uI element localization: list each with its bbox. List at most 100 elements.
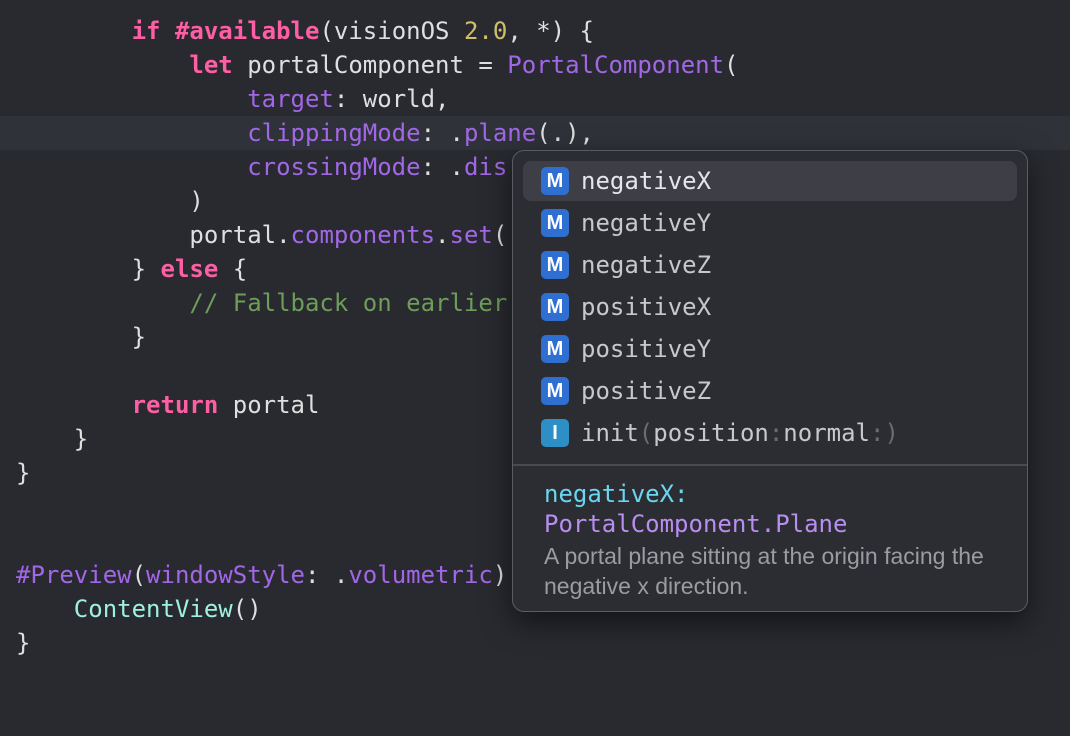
code-token: } [131, 323, 147, 351]
completion-label: negativeZ [581, 251, 712, 279]
code-token: , *) { [507, 17, 595, 45]
completion-item-negativeY[interactable]: M negativeY [523, 203, 1017, 243]
completion-label: positiveZ [581, 377, 712, 405]
code-token: PortalComponent [507, 51, 725, 79]
code-token: components [290, 221, 436, 249]
code-token: dis [463, 153, 508, 181]
completion-item-positiveZ[interactable]: M positiveZ [523, 371, 1017, 411]
init-param-colon: : [768, 419, 784, 447]
code-token: : world, [333, 85, 450, 113]
completion-label: negativeY [581, 209, 712, 237]
code-line: } else { [16, 252, 248, 286]
code-line: return portal [16, 388, 320, 422]
code-token: portal [218, 391, 320, 419]
method-kind-icon: M [541, 377, 569, 405]
code-line: } [16, 422, 88, 456]
code-line: } [16, 626, 30, 660]
code-line: ) [16, 184, 204, 218]
doc-type: PortalComponent.Plane [544, 510, 848, 538]
method-kind-icon: M [541, 167, 569, 195]
code-token: crossingMode [247, 153, 421, 181]
initializer-kind-icon: I [541, 419, 569, 447]
completion-label: init(position:normal:) [581, 413, 899, 453]
code-token: } [16, 459, 31, 487]
completion-label: negativeX [581, 167, 712, 195]
code-token: else [160, 255, 219, 283]
code-token: // Fallback on earlier [189, 289, 508, 317]
code-line: ContentView() [16, 592, 262, 626]
code-token: windowStyle [146, 561, 305, 589]
completion-item-positiveX[interactable]: M positiveX [523, 287, 1017, 327]
code-token: ) [189, 187, 204, 215]
code-token: return [131, 391, 219, 419]
code-token: ContentView [73, 595, 233, 623]
code-token: ( [724, 51, 739, 79]
code-token: ) [492, 561, 508, 589]
code-line: target: world, [16, 82, 449, 116]
code-token: : . [305, 561, 349, 589]
init-name: init [581, 419, 639, 447]
code-token: if [131, 17, 161, 45]
code-token: plane [463, 119, 537, 147]
code-line: } [16, 456, 30, 490]
method-kind-icon: M [541, 251, 569, 279]
code-token: { [218, 255, 248, 283]
init-param-position: position [653, 419, 769, 447]
code-token: } [73, 425, 89, 453]
doc-description: A portal plane sitting at the origin fac… [544, 543, 984, 599]
completion-item-positiveY[interactable]: M positiveY [523, 329, 1017, 369]
code-token: let [189, 51, 233, 79]
completion-item-negativeX[interactable]: M negativeX [523, 161, 1017, 201]
code-token: ( [492, 221, 508, 249]
code-line: clippingMode: .plane(.), [16, 116, 594, 150]
code-line: #Preview(windowStyle: .volumetric) [16, 558, 507, 592]
code-token: } [16, 629, 31, 657]
code-token: : . [420, 153, 464, 181]
method-kind-icon: M [541, 335, 569, 363]
init-param-normal: normal [783, 419, 870, 447]
init-close-paren: ) [884, 419, 899, 447]
code-token: ( [131, 561, 147, 589]
code-token: . [435, 221, 450, 249]
completion-item-negativeZ[interactable]: M negativeZ [523, 245, 1017, 285]
popup-divider [513, 464, 1027, 466]
code-line: } [16, 320, 146, 354]
init-param-colon: : [870, 419, 885, 447]
code-token: portalComponent = [232, 51, 508, 79]
doc-signature: negativeX: PortalComponent.Plane [544, 479, 1014, 539]
code-token: : . [420, 119, 464, 147]
code-token: #available [174, 17, 320, 45]
code-token: clippingMode [247, 119, 421, 147]
completion-label: positiveX [581, 293, 712, 321]
code-line: let portalComponent = PortalComponent( [16, 48, 739, 82]
completion-item-init[interactable]: I init(position:normal:) [523, 413, 1017, 453]
code-token: (visionOS [319, 17, 464, 45]
code-line: crossingMode: .dis [16, 150, 507, 184]
code-line: if #available(visionOS 2.0, *) { [16, 14, 594, 48]
code-token: (.), [536, 119, 594, 147]
code-token: 2.0 [463, 17, 508, 45]
code-line: portal.components.set( [16, 218, 507, 252]
code-token: volumetric [348, 561, 493, 589]
method-kind-icon: M [541, 293, 569, 321]
code-token: set [449, 221, 493, 249]
autocomplete-popup: M negativeX M negativeY M negativeZ M po… [512, 150, 1028, 612]
completion-list: M negativeX M negativeY M negativeZ M po… [513, 151, 1027, 461]
code-token: #Preview [16, 561, 132, 589]
completion-label: positiveY [581, 335, 712, 363]
code-token: portal. [189, 221, 291, 249]
method-kind-icon: M [541, 209, 569, 237]
doc-symbol: negativeX: [544, 480, 689, 508]
